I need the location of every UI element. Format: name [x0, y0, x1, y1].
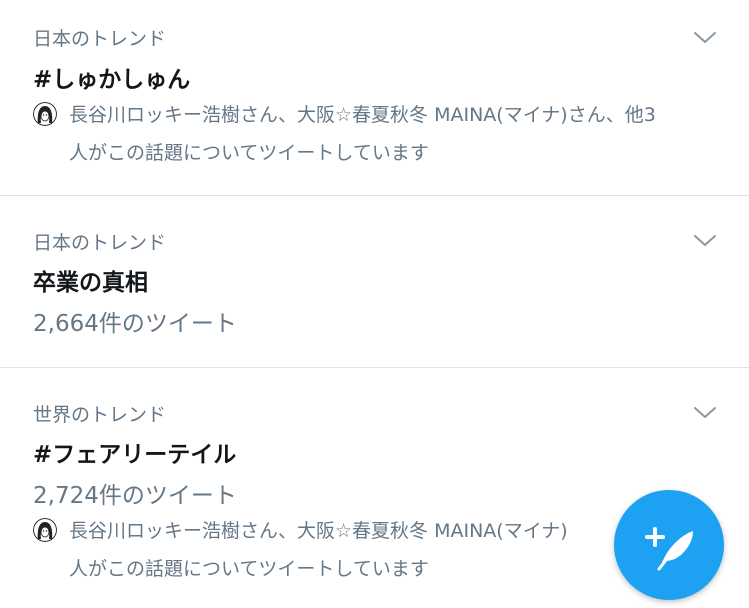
trend-context: 日本のトレンド [33, 232, 167, 254]
trend-context: 世界のトレンド [33, 404, 167, 426]
chevron-down-icon[interactable] [693, 406, 717, 420]
trend-item[interactable]: 日本のトレンド #しゅかしゅん 長谷川ロッキー浩樹さん、大阪☆春夏秋冬 MAIN… [0, 0, 749, 196]
avatar-icon [33, 102, 57, 126]
trend-tweet-count: 2,724件のツイート [33, 483, 237, 509]
trend-context: 日本のトレンド [33, 28, 167, 50]
chevron-down-icon[interactable] [693, 31, 717, 45]
trend-item[interactable]: 日本のトレンド 卒業の真相 2,664件のツイート [0, 196, 749, 368]
avatar-icon [33, 518, 57, 542]
trend-title: #フェアリーテイル [33, 442, 237, 468]
trend-tweet-count: 2,664件のツイート [33, 311, 237, 337]
chevron-down-icon[interactable] [693, 234, 717, 248]
trend-social-text: 長谷川ロッキー浩樹さん、大阪☆春夏秋冬 MAINA(マイナ)さん、他3 [69, 104, 656, 126]
trend-title: 卒業の真相 [33, 270, 148, 296]
compose-tweet-button[interactable] [614, 490, 724, 600]
trend-social-text: 長谷川ロッキー浩樹さん、大阪☆春夏秋冬 MAINA(マイナ) [69, 520, 568, 542]
trend-social-text: 人がこの話題についてツイートしています [69, 142, 429, 164]
trend-social-text: 人がこの話題についてツイートしています [69, 558, 429, 580]
compose-tweet-icon [645, 527, 693, 571]
trend-title: #しゅかしゅん [33, 67, 191, 93]
